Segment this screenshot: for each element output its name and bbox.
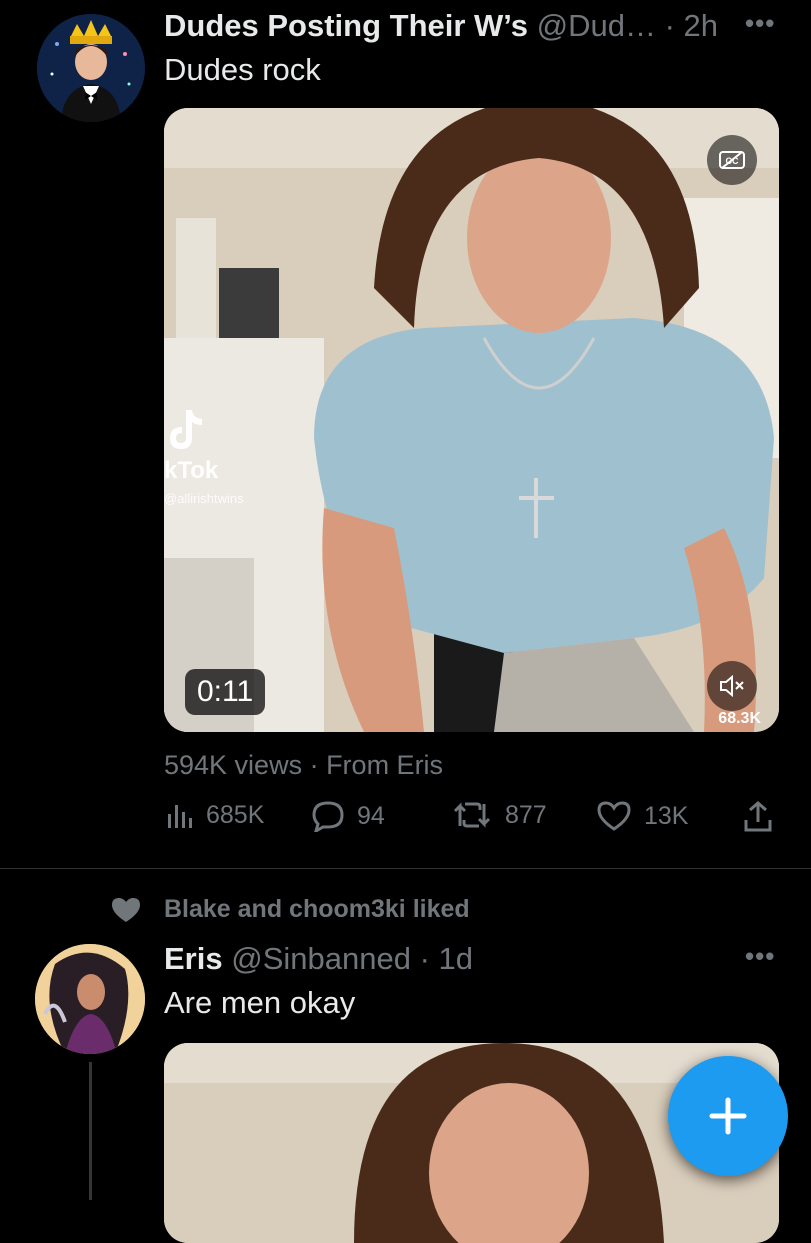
views-source-line: 594K views · From Eris: [164, 750, 444, 780]
retweet-count: 877: [505, 800, 547, 829]
thread-connector-line: [89, 1062, 92, 1200]
like-count: 13K: [644, 801, 689, 830]
tweet-header: Dudes Posting Their W’s @Dud… · 2h: [164, 8, 718, 44]
video-duration-badge: 0:11: [185, 669, 266, 715]
handle-and-time[interactable]: @Sinbanned · 1d: [231, 941, 473, 976]
speaker-muted-icon: [720, 674, 744, 698]
video-overlay-count: 68.3K: [718, 710, 761, 727]
reply-count: 94: [357, 801, 385, 830]
tweet-actions-bar: 685K 94 877 13K: [164, 800, 779, 840]
avatar[interactable]: [35, 944, 145, 1054]
heart-icon: [597, 801, 631, 831]
like-button[interactable]: 13K: [596, 800, 688, 832]
tiktok-watermark: kTok @allirishtwins: [164, 408, 244, 506]
retweet-arrows-icon: [453, 802, 491, 828]
tiktok-handle-text: @allirishtwins: [164, 491, 244, 506]
social-context-text: Blake and choom3ki liked: [164, 895, 470, 923]
avatar-illustrated-woman-image: [35, 944, 145, 1054]
avatar[interactable]: [37, 14, 145, 122]
video-frame-image: [164, 108, 779, 732]
tweet-header: Eris @Sinbanned · 1d: [164, 941, 473, 977]
captions-off-icon: CC: [719, 151, 745, 169]
analytics-button[interactable]: 685K: [164, 800, 264, 830]
tweet-text: Are men okay: [164, 985, 356, 1020]
tiktok-logo-icon: [170, 410, 202, 449]
views-count: 685K: [206, 800, 265, 829]
handle-and-time[interactable]: @Dud… · 2h: [537, 8, 718, 43]
reply-bubble-icon: [312, 801, 344, 832]
avatar-crown-man-image: [37, 14, 145, 122]
tweet-card[interactable]: Dudes Posting Their W’s @Dud… · 2h ••• D…: [0, 0, 811, 868]
more-options-icon[interactable]: •••: [745, 941, 775, 972]
retweet-button[interactable]: 877: [451, 800, 547, 830]
plus-icon: [709, 1097, 747, 1135]
liked-heart-icon: [112, 897, 140, 922]
social-context[interactable]: Blake and choom3ki liked: [110, 895, 470, 924]
share-button[interactable]: [742, 800, 786, 834]
captions-toggle-button[interactable]: CC: [707, 135, 757, 185]
more-options-icon[interactable]: •••: [745, 8, 775, 39]
tiktok-brand-text: kTok: [164, 457, 219, 484]
display-name[interactable]: Eris: [164, 941, 223, 976]
reply-button[interactable]: 94: [311, 800, 385, 832]
display-name[interactable]: Dudes Posting Their W’s: [164, 8, 528, 43]
video-player[interactable]: kTok @allirishtwins CC 0:11 68.3K: [164, 108, 779, 732]
tweet-text: Dudes rock: [164, 52, 321, 87]
tweet-divider: [0, 868, 811, 869]
compose-tweet-button[interactable]: [668, 1056, 788, 1176]
mute-toggle-button[interactable]: [707, 661, 757, 711]
analytics-bars-icon: [168, 805, 192, 828]
share-upload-icon: [744, 801, 772, 832]
